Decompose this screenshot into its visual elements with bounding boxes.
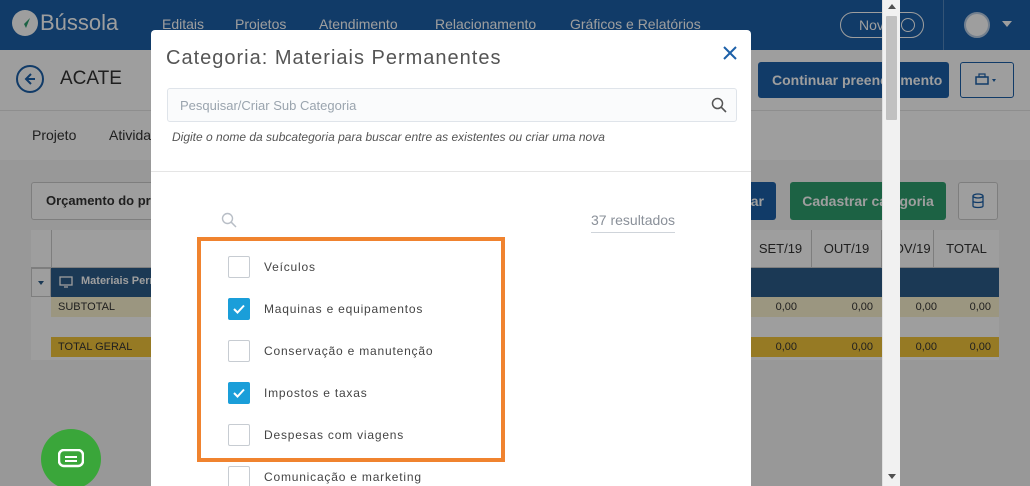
list-item[interactable]: Conservação e manutenção — [228, 340, 433, 362]
search-hint: Digite o nome da subcategoria para busca… — [172, 130, 605, 144]
list-item-label: Maquinas e equipamentos — [264, 302, 424, 316]
checkbox[interactable] — [228, 424, 250, 446]
modal-divider — [151, 171, 751, 172]
check-icon — [233, 304, 245, 314]
check-icon — [233, 388, 245, 398]
list-item[interactable]: Maquinas e equipamentos — [228, 298, 423, 320]
search-input[interactable] — [168, 89, 698, 121]
chat-button[interactable] — [41, 429, 101, 486]
checkbox[interactable] — [228, 256, 250, 278]
close-icon — [723, 46, 737, 60]
modal-title: Categoria: Materiais Permanentes — [166, 47, 502, 69]
filter-search-icon[interactable] — [221, 212, 237, 228]
scroll-up-icon[interactable] — [888, 4, 896, 9]
subcategory-search — [167, 88, 737, 122]
list-item[interactable]: Comunicação e marketing — [228, 466, 422, 486]
list-item-label: Veículos — [264, 260, 316, 274]
list-item-label: Comunicação e marketing — [264, 470, 422, 484]
page-scrollbar[interactable] — [882, 0, 900, 486]
scroll-thumb[interactable] — [886, 16, 897, 120]
list-item-label: Conservação e manutenção — [264, 344, 434, 358]
chat-icon — [58, 449, 84, 468]
close-button[interactable] — [720, 43, 740, 63]
checkbox-checked[interactable] — [228, 382, 250, 404]
list-item[interactable]: Impostos e taxas — [228, 382, 368, 404]
category-modal: Categoria: Materiais Permanentes Digite … — [151, 30, 751, 486]
scroll-down-icon[interactable] — [888, 474, 896, 479]
list-item[interactable]: Veículos — [228, 256, 316, 278]
checkbox[interactable] — [228, 466, 250, 486]
search-icon[interactable] — [711, 97, 727, 113]
list-item[interactable]: Despesas com viagens — [228, 424, 404, 446]
list-item-label: Impostos e taxas — [264, 386, 368, 400]
checkbox[interactable] — [228, 340, 250, 362]
checkbox-checked[interactable] — [228, 298, 250, 320]
list-item-label: Despesas com viagens — [264, 428, 405, 442]
results-count: 37 resultados — [591, 212, 676, 233]
